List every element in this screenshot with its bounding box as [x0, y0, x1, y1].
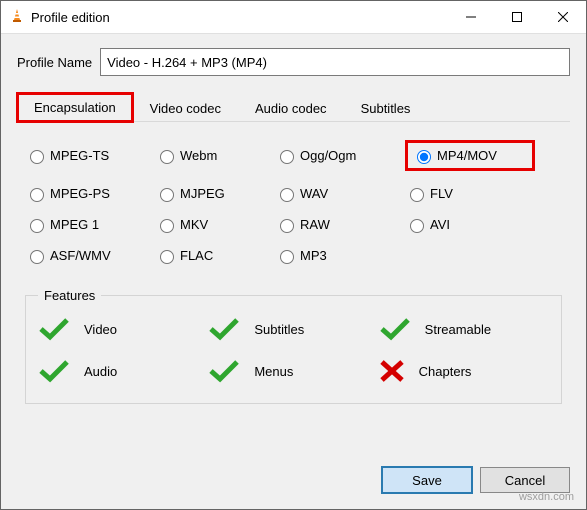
features-group: Features Video Subtitles Streamable [25, 288, 562, 404]
minimize-button[interactable] [448, 1, 494, 33]
encapsulation-panel: MPEG-TS Webm Ogg/Ogm MP4/MOV MPEG-PS MJP… [17, 122, 570, 412]
tab-subtitles[interactable]: Subtitles [344, 94, 428, 122]
feature-label: Audio [84, 364, 117, 379]
radio-mjpeg[interactable]: MJPEG [155, 185, 275, 202]
radio-mpeg-ts[interactable]: MPEG-TS [25, 140, 155, 171]
radio-ogg[interactable]: Ogg/Ogm [275, 140, 405, 171]
radio-label: MKV [180, 217, 208, 232]
tab-audio-codec[interactable]: Audio codec [238, 94, 344, 122]
radio-mkv[interactable]: MKV [155, 216, 275, 233]
feature-label: Streamable [425, 322, 491, 337]
check-icon [379, 317, 411, 341]
features-legend: Features [38, 288, 101, 303]
radio-label: FLV [430, 186, 453, 201]
x-icon [379, 359, 405, 383]
radio-label: MP4/MOV [437, 148, 497, 163]
content-area: Profile Name Encapsulation Video codec A… [1, 34, 586, 455]
radio-mp4-mov[interactable]: MP4/MOV [412, 147, 497, 164]
radio-avi[interactable]: AVI [405, 216, 535, 233]
feature-chapters: Chapters [379, 359, 549, 383]
profile-edition-window: Profile edition Profile Name Encapsulati… [0, 0, 587, 510]
radio-asf-wmv[interactable]: ASF/WMV [25, 247, 155, 264]
radio-label: Ogg/Ogm [300, 148, 356, 163]
radio-label: MPEG-TS [50, 148, 109, 163]
radio-label: MPEG-PS [50, 186, 110, 201]
maximize-button[interactable] [494, 1, 540, 33]
radio-label: Webm [180, 148, 217, 163]
radio-label: MPEG 1 [50, 217, 99, 232]
titlebar: Profile edition [1, 1, 586, 34]
radio-label: MJPEG [180, 186, 225, 201]
feature-video: Video [38, 317, 208, 341]
window-buttons [448, 1, 586, 33]
radio-label: AVI [430, 217, 450, 232]
radio-label: ASF/WMV [50, 248, 111, 263]
radio-label: RAW [300, 217, 330, 232]
tabs: Encapsulation Video codec Audio codec Su… [17, 92, 570, 122]
radio-wav[interactable]: WAV [275, 185, 405, 202]
tab-video-codec[interactable]: Video codec [133, 94, 238, 122]
feature-label: Chapters [419, 364, 472, 379]
radio-raw[interactable]: RAW [275, 216, 405, 233]
encapsulation-radios: MPEG-TS Webm Ogg/Ogm MP4/MOV MPEG-PS MJP… [25, 140, 562, 264]
tab-encapsulation[interactable]: Encapsulation [17, 93, 133, 122]
feature-label: Subtitles [254, 322, 304, 337]
radio-mpeg1[interactable]: MPEG 1 [25, 216, 155, 233]
radio-label: WAV [300, 186, 328, 201]
save-button[interactable]: Save [382, 467, 472, 493]
window-title: Profile edition [31, 10, 110, 25]
vlc-cone-icon [9, 8, 25, 27]
feature-audio: Audio [38, 359, 208, 383]
radio-mp3[interactable]: MP3 [275, 247, 405, 264]
dialog-buttons: Save Cancel [1, 455, 586, 509]
check-icon [38, 317, 70, 341]
radio-webm[interactable]: Webm [155, 140, 275, 171]
cancel-button[interactable]: Cancel [480, 467, 570, 493]
check-icon [38, 359, 70, 383]
profile-name-row: Profile Name [17, 48, 570, 76]
profile-name-label: Profile Name [17, 55, 92, 70]
features-grid: Video Subtitles Streamable Audio [38, 317, 549, 383]
radio-mpeg-ps[interactable]: MPEG-PS [25, 185, 155, 202]
radio-flac[interactable]: FLAC [155, 247, 275, 264]
feature-label: Video [84, 322, 117, 337]
highlight-mp4: MP4/MOV [405, 140, 535, 171]
check-icon [208, 317, 240, 341]
close-button[interactable] [540, 1, 586, 33]
feature-menus: Menus [208, 359, 378, 383]
feature-label: Menus [254, 364, 293, 379]
check-icon [208, 359, 240, 383]
watermark: wsxdn.com [519, 491, 574, 503]
radio-label: MP3 [300, 248, 327, 263]
feature-streamable: Streamable [379, 317, 549, 341]
radio-flv[interactable]: FLV [405, 185, 535, 202]
profile-name-input[interactable] [100, 48, 570, 76]
feature-subtitles: Subtitles [208, 317, 378, 341]
radio-label: FLAC [180, 248, 213, 263]
